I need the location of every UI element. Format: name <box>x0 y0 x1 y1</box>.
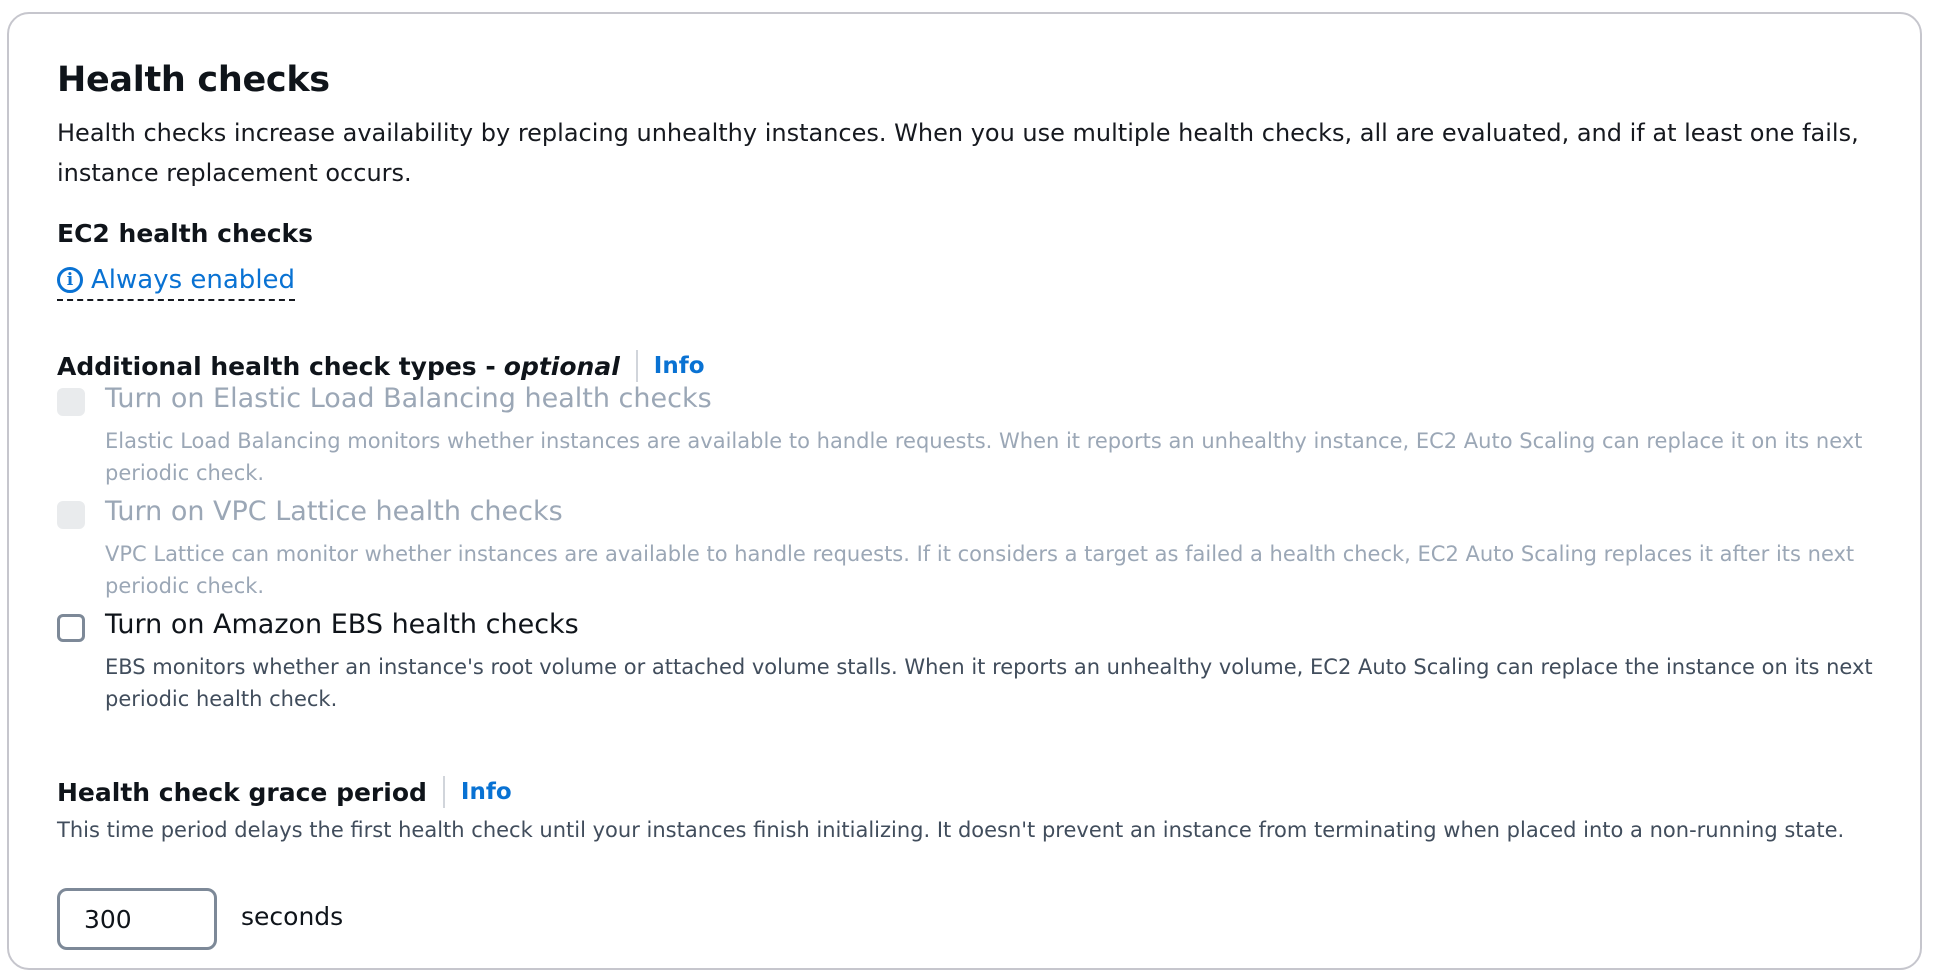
section-description: Health checks increase availability by r… <box>57 119 1859 187</box>
grace-period-input[interactable] <box>57 888 217 950</box>
always-enabled-popover-trigger[interactable]: i Always enabled <box>57 265 296 301</box>
ebs-health-check-label[interactable]: Turn on Amazon EBS health checks <box>105 609 579 640</box>
grace-period-heading-text: Health check grace period <box>57 777 427 807</box>
section-title: Health checks <box>57 60 330 100</box>
grace-heading-divider <box>442 776 445 808</box>
ebs-health-check-description: EBS monitors whether an instance's root … <box>105 655 1873 711</box>
heading-divider <box>635 350 638 382</box>
info-icon: i <box>57 267 83 293</box>
grace-period-description: This time period delays the first health… <box>57 818 1845 842</box>
always-enabled-label: Always enabled <box>91 265 296 295</box>
health-checks-panel: Health checks Health checks increase ava… <box>7 12 1922 970</box>
vpc-lattice-health-check-checkbox[interactable] <box>57 501 85 529</box>
grace-period-unit: seconds <box>241 902 344 931</box>
additional-heading-text: Additional health check types - <box>57 351 496 381</box>
vpc-lattice-health-check-label: Turn on VPC Lattice health checks <box>105 496 563 527</box>
optional-label: optional <box>503 351 620 381</box>
grace-period-heading: Health check grace period Info <box>57 776 512 808</box>
elb-health-check-label: Turn on Elastic Load Balancing health ch… <box>105 383 712 414</box>
vpc-lattice-health-check-description: VPC Lattice can monitor whether instance… <box>105 542 1855 598</box>
elb-health-check-description: Elastic Load Balancing monitors whether … <box>105 429 1863 485</box>
ebs-health-check-checkbox[interactable] <box>57 614 85 642</box>
ec2-health-checks-heading: EC2 health checks <box>57 219 314 248</box>
additional-health-check-types-heading: Additional health check types - optional… <box>57 350 705 382</box>
elb-health-check-checkbox[interactable] <box>57 388 85 416</box>
grace-info-link[interactable]: Info <box>461 779 512 805</box>
additional-info-link[interactable]: Info <box>654 353 705 379</box>
